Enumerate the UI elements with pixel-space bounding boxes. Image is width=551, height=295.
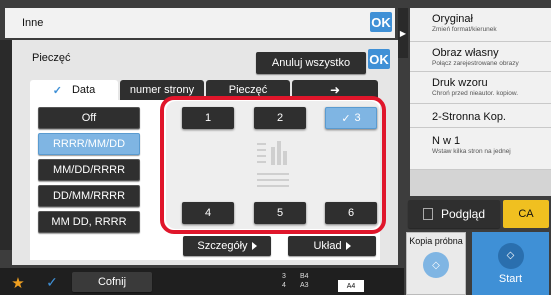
option-pattern-print[interactable]: Druk wzoru Chroń przed nieautor. kopiow.	[410, 72, 551, 104]
format-mm-dd-comma-yyyy[interactable]: MM DD, RRRR	[38, 211, 140, 233]
start-button[interactable]: ◇ Start	[472, 232, 549, 295]
arrow-right-icon	[345, 242, 351, 250]
preview-label: Podgląd	[440, 207, 486, 221]
cancel-all-button[interactable]: Anuluj wszystko	[256, 52, 366, 74]
position-2-button[interactable]: 2	[254, 107, 306, 129]
position-3-label: 3	[354, 112, 361, 124]
tab-stamp-label: Pieczęć	[228, 84, 268, 96]
proof-copy-icon: ◇	[423, 252, 449, 278]
option-n-in-1-title: N w 1	[432, 135, 461, 147]
header-bar	[5, 8, 395, 38]
option-n-in-1-sub: Wstaw kilka stron na jednej	[432, 148, 511, 155]
tab-page-number-label: numer strony	[129, 84, 195, 96]
format-mm-dd-yyyy[interactable]: MM/DD/RRRR	[38, 159, 140, 181]
details-button[interactable]: Szczegóły	[183, 236, 271, 256]
header-ok-button[interactable]: OK	[370, 12, 392, 32]
layout-label: Układ	[313, 240, 342, 252]
position-6-button[interactable]: 6	[325, 202, 377, 224]
dialog-ok-button[interactable]: OK	[368, 49, 390, 69]
tray-4-number: 4	[282, 282, 286, 289]
position-4-button[interactable]: 4	[182, 202, 234, 224]
right-spacer	[410, 170, 551, 196]
check-icon: ✓	[52, 84, 62, 97]
option-custom-image-title: Obraz własny	[432, 47, 499, 59]
preview-icon	[422, 208, 433, 220]
start-icon: ◇	[497, 242, 524, 269]
format-yyyy-mm-dd[interactable]: RRRR/MM/DD	[38, 133, 140, 155]
position-1-button[interactable]: 1	[182, 107, 234, 129]
option-original[interactable]: Oryginał Zmień format/kierunek	[410, 8, 551, 42]
paper-size-badge: A4	[338, 280, 364, 292]
page-layout-icon	[255, 135, 295, 191]
preview-button[interactable]: Podgląd	[408, 200, 500, 228]
option-n-in-1[interactable]: N w 1 Wstaw kilka stron na jednej	[410, 128, 551, 170]
start-label: Start	[498, 272, 523, 285]
header-title: Inne	[22, 17, 44, 29]
tray-status: 3 B4 4 A3 A4	[262, 273, 378, 293]
back-button[interactable]: Cofnij	[72, 272, 152, 292]
option-original-sub: Zmień format/kierunek	[432, 26, 497, 33]
option-duplex-copy-title: 2-Stronna Kop.	[432, 111, 506, 123]
position-5-button[interactable]: 5	[254, 202, 306, 224]
tab-date[interactable]: ✓ Data	[30, 80, 118, 100]
arrow-right-icon: ➜	[329, 83, 341, 97]
option-pattern-print-sub: Chroń przed nieautor. kopiow.	[432, 90, 518, 97]
check-icon: ✓	[341, 112, 351, 125]
option-original-title: Oryginał	[432, 13, 473, 25]
dialog-title: Pieczęć	[32, 52, 71, 64]
star-icon: ★	[11, 275, 25, 292]
option-pattern-print-title: Druk wzoru	[432, 77, 488, 89]
tray-3-size: B4	[300, 273, 309, 280]
proof-copy-button[interactable]: Kopia próbna ◇	[406, 232, 466, 295]
option-custom-image-sub: Połącz zarejestrowane obrazy	[432, 60, 519, 67]
clear-all-button[interactable]: CA	[503, 200, 549, 228]
tray-3-number: 3	[282, 273, 286, 280]
tray-4-size: A3	[300, 282, 309, 289]
format-off[interactable]: Off	[38, 107, 140, 129]
option-duplex-copy[interactable]: 2-Stronna Kop.	[410, 104, 551, 128]
layout-button[interactable]: Układ	[288, 236, 376, 256]
play-icon: ▶	[399, 28, 407, 38]
favorite-button[interactable]: ★	[10, 275, 26, 292]
tab-date-label: Data	[71, 84, 96, 96]
format-dd-mm-yyyy[interactable]: DD/MM/RRRR	[38, 185, 140, 207]
collapse-handle[interactable]: ▶	[398, 8, 408, 58]
details-label: Szczegóły	[197, 240, 248, 252]
arrow-right-icon	[251, 242, 257, 250]
left-edge-strip	[0, 40, 12, 250]
check-button[interactable]: ✓	[38, 272, 66, 292]
check-icon: ✓	[46, 273, 58, 290]
position-3-button[interactable]: ✓ 3	[325, 107, 377, 129]
option-custom-image[interactable]: Obraz własny Połącz zarejestrowane obraz…	[410, 42, 551, 72]
proof-copy-label: Kopia próbna	[409, 236, 463, 246]
